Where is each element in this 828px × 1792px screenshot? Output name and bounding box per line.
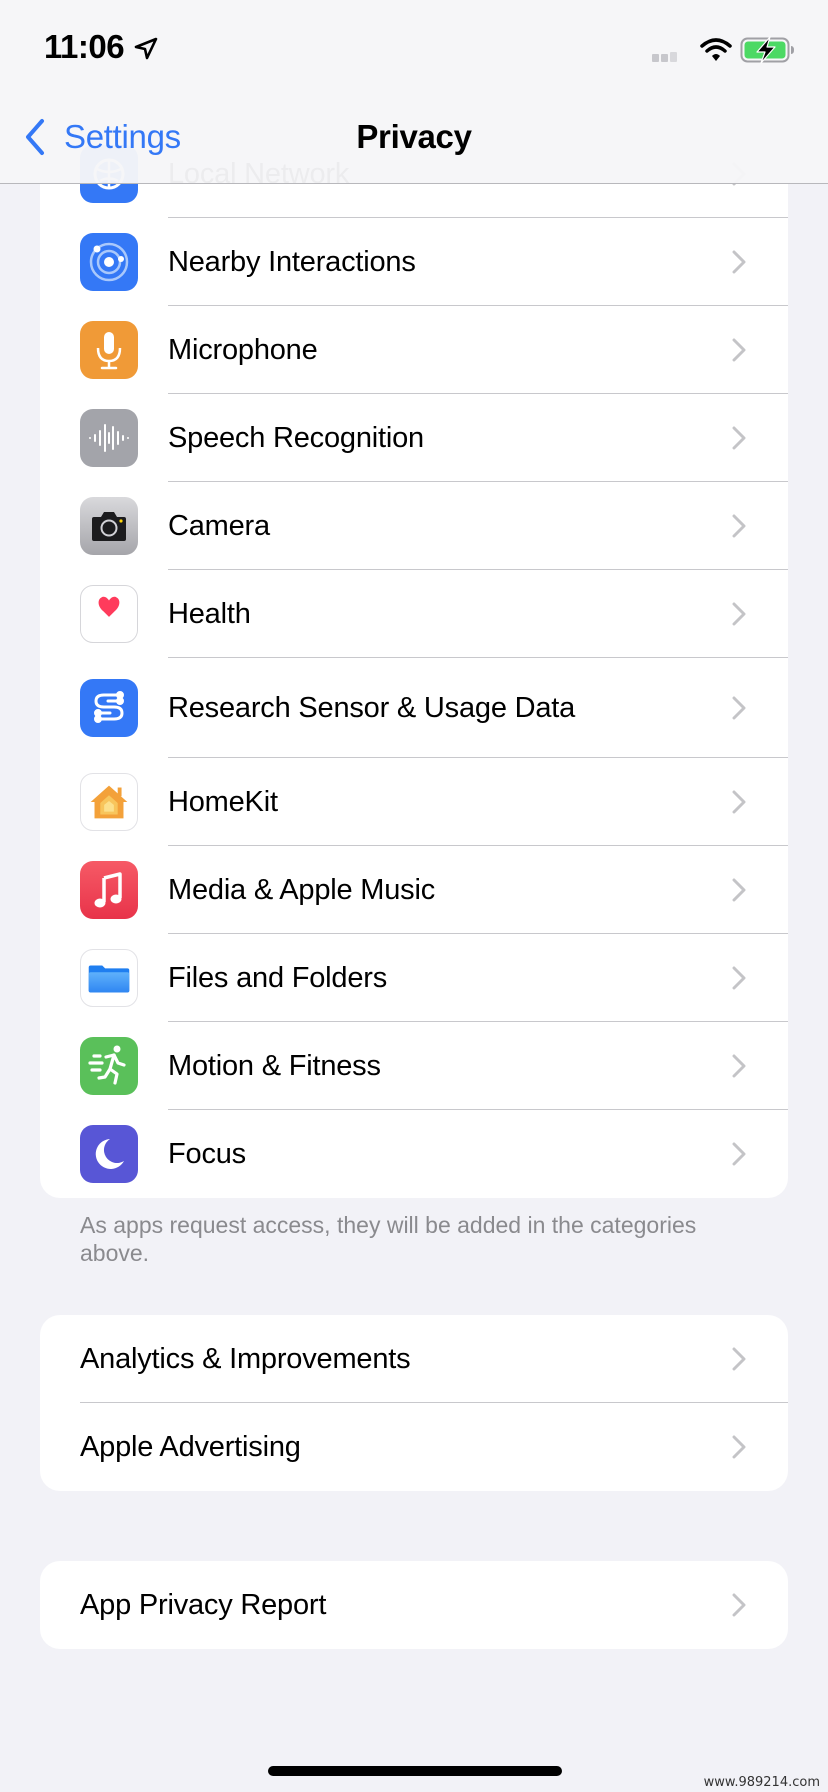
chevron-right-icon [732,338,746,362]
page-title: Privacy [356,118,472,155]
chevron-right-icon [732,1142,746,1166]
chevron-right-icon [732,250,746,274]
chevron-right-icon [732,1593,746,1617]
row-focus[interactable]: Focus [40,1110,788,1198]
row-label: Focus [168,1137,246,1170]
row-analytics-improvements[interactable]: Analytics & Improvements [40,1315,788,1403]
chevron-right-icon [732,514,746,538]
focus-moon-icon [80,1125,138,1183]
categories-footer-note: As apps request access, they will be add… [80,1212,697,1266]
chevron-right-icon [732,1054,746,1078]
battery-charging-icon [740,36,794,64]
row-apple-advertising[interactable]: Apple Advertising [40,1403,788,1491]
chevron-right-icon [732,1435,746,1459]
wifi-icon [700,38,732,61]
chevron-right-icon [732,426,746,450]
status-time: 11:06 [44,28,125,65]
camera-icon [80,497,138,555]
row-media-apple-music[interactable]: Media & Apple Music [40,846,788,934]
row-label: Research Sensor & Usage Data [168,691,576,724]
row-files-and-folders[interactable]: Files and Folders [40,934,788,1022]
row-label: App Privacy Report [80,1588,327,1621]
row-app-privacy-report[interactable]: App Privacy Report [40,1561,788,1649]
homekit-icon [80,773,138,831]
row-label: Analytics & Improvements [80,1342,411,1375]
cellular-signal-icon [652,52,677,62]
navigation-header: 11:06 Settings Privacy [0,0,828,184]
row-speech-recognition[interactable]: Speech Recognition [40,394,788,482]
chevron-right-icon [732,878,746,902]
row-label: Nearby Interactions [168,245,416,278]
speech-recognition-icon [80,409,138,467]
health-icon [80,585,138,643]
report-group: App Privacy Report [40,1561,788,1649]
microphone-icon [80,321,138,379]
row-label: Health [168,597,251,630]
home-indicator[interactable] [268,1766,562,1776]
research-sensor-icon [80,679,138,737]
analytics-group: Analytics & Improvements Apple Advertisi… [40,1315,788,1491]
chevron-right-icon [732,966,746,990]
row-camera[interactable]: Camera [40,482,788,570]
location-arrow-icon [134,37,158,60]
chevron-right-icon [732,602,746,626]
row-label: Speech Recognition [168,421,424,454]
row-health[interactable]: Health [40,570,788,658]
row-label: Microphone [168,333,318,366]
motion-fitness-icon [80,1037,138,1095]
privacy-categories-group: Local Network Nearby Interactions Microp… [40,118,788,1198]
row-motion-fitness[interactable]: Motion & Fitness [40,1022,788,1110]
row-label: Files and Folders [168,961,388,994]
chevron-right-icon [732,696,746,720]
row-label: Apple Advertising [80,1430,301,1463]
chevron-right-icon [732,1347,746,1371]
nearby-interactions-icon [80,233,138,291]
row-label: Camera [168,509,270,542]
row-label: Media & Apple Music [168,873,435,906]
row-homekit[interactable]: HomeKit [40,758,788,846]
privacy-settings-list[interactable]: Local Network Nearby Interactions Microp… [0,0,828,1792]
chevron-right-icon [732,790,746,814]
row-label: HomeKit [168,785,278,818]
row-nearby-interactions[interactable]: Nearby Interactions [40,218,788,306]
files-folder-icon [80,949,138,1007]
watermark: www.989214.com [703,1775,820,1790]
row-label: Motion & Fitness [168,1049,381,1082]
row-microphone[interactable]: Microphone [40,306,788,394]
apple-music-icon [80,861,138,919]
row-research-sensor[interactable]: Research Sensor & Usage Data [40,658,788,758]
